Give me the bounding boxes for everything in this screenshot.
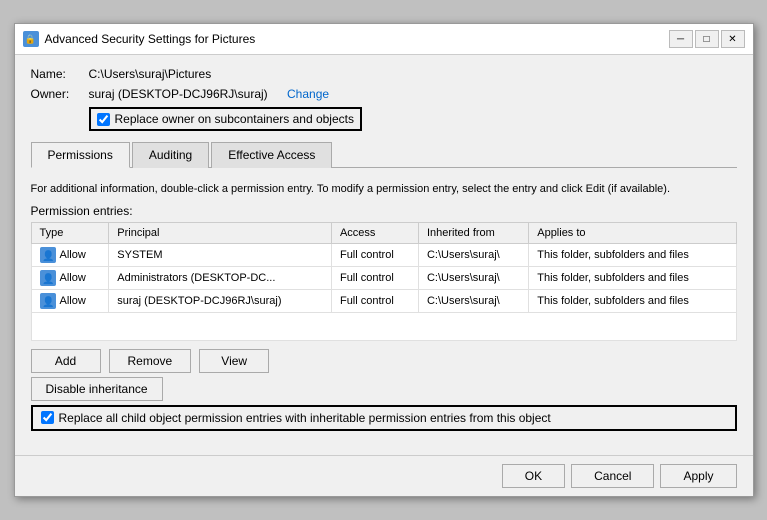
col-inherited: Inherited from	[418, 222, 528, 243]
ok-button[interactable]: OK	[502, 464, 565, 488]
info-text: For additional information, double-click…	[31, 182, 737, 197]
replace-owner-label: Replace owner on subcontainers and objec…	[115, 112, 354, 126]
cell-principal: Administrators (DESKTOP-DC...	[109, 266, 332, 289]
tab-permissions[interactable]: Permissions	[31, 142, 130, 168]
dialog-content: Name: C:\Users\suraj\Pictures Owner: sur…	[15, 55, 753, 450]
col-principal: Principal	[109, 222, 332, 243]
replace-child-checkbox[interactable]	[41, 411, 54, 424]
cell-principal: SYSTEM	[109, 243, 332, 266]
tab-effective-access[interactable]: Effective Access	[211, 142, 332, 168]
svg-text:👤: 👤	[42, 272, 54, 285]
permission-entries-label: Permission entries:	[31, 204, 737, 218]
owner-row: Owner: suraj (DESKTOP-DCJ96RJ\suraj) Cha…	[31, 87, 737, 101]
cell-access: Full control	[331, 266, 418, 289]
name-label: Name:	[31, 67, 81, 81]
cell-inherited: C:\Users\suraj\	[418, 243, 528, 266]
cell-type: 👤 Allow	[31, 243, 109, 266]
svg-text:👤: 👤	[42, 295, 54, 308]
replace-child-checkbox-row: Replace all child object permission entr…	[31, 405, 737, 431]
window-title: Advanced Security Settings for Pictures	[45, 32, 669, 46]
cell-inherited: C:\Users\suraj\	[418, 266, 528, 289]
close-button[interactable]: ✕	[721, 30, 745, 48]
maximize-button[interactable]: □	[695, 30, 719, 48]
replace-owner-checkbox[interactable]	[97, 113, 110, 126]
cancel-button[interactable]: Cancel	[571, 464, 654, 488]
cell-applies: This folder, subfolders and files	[529, 266, 736, 289]
svg-text:👤: 👤	[42, 249, 54, 262]
change-link[interactable]: Change	[287, 87, 329, 101]
replace-child-label: Replace all child object permission entr…	[59, 411, 551, 425]
remove-button[interactable]: Remove	[109, 349, 192, 373]
minimize-button[interactable]: ─	[669, 30, 693, 48]
action-buttons: Add Remove View	[31, 349, 737, 373]
title-bar-buttons: ─ □ ✕	[669, 30, 745, 48]
col-applies: Applies to	[529, 222, 736, 243]
col-access: Access	[331, 222, 418, 243]
cell-access: Full control	[331, 289, 418, 312]
table-row[interactable]: 👤 Allow Administrators (DESKTOP-DC... Fu…	[31, 266, 736, 289]
cell-applies: This folder, subfolders and files	[529, 243, 736, 266]
name-value: C:\Users\suraj\Pictures	[89, 67, 212, 81]
main-window: 🔒 Advanced Security Settings for Picture…	[14, 23, 754, 496]
tab-content-permissions: For additional information, double-click…	[31, 174, 737, 438]
apply-button[interactable]: Apply	[660, 464, 736, 488]
replace-owner-checkbox-row: Replace owner on subcontainers and objec…	[89, 107, 362, 131]
table-row[interactable]: 👤 Allow SYSTEM Full control C:\Users\sur…	[31, 243, 736, 266]
tab-auditing[interactable]: Auditing	[132, 142, 209, 168]
cell-type: 👤 Allow	[31, 289, 109, 312]
owner-value: suraj (DESKTOP-DCJ96RJ\suraj)	[89, 87, 268, 101]
permission-table: Type Principal Access Inherited from App…	[31, 222, 737, 341]
tab-bar: Permissions Auditing Effective Access	[31, 141, 737, 168]
dialog-footer: OK Cancel Apply	[15, 455, 753, 496]
col-type: Type	[31, 222, 109, 243]
cell-type: 👤 Allow	[31, 266, 109, 289]
window-icon: 🔒	[23, 31, 39, 47]
cell-inherited: C:\Users\suraj\	[418, 289, 528, 312]
disable-inheritance-button[interactable]: Disable inheritance	[31, 377, 163, 401]
name-row: Name: C:\Users\suraj\Pictures	[31, 67, 737, 81]
add-button[interactable]: Add	[31, 349, 101, 373]
cell-applies: This folder, subfolders and files	[529, 289, 736, 312]
cell-access: Full control	[331, 243, 418, 266]
table-empty-row	[31, 312, 736, 340]
owner-label: Owner:	[31, 87, 81, 101]
view-button[interactable]: View	[199, 349, 269, 373]
table-row[interactable]: 👤 Allow suraj (DESKTOP-DCJ96RJ\suraj) Fu…	[31, 289, 736, 312]
title-bar: 🔒 Advanced Security Settings for Picture…	[15, 24, 753, 55]
cell-principal: suraj (DESKTOP-DCJ96RJ\suraj)	[109, 289, 332, 312]
